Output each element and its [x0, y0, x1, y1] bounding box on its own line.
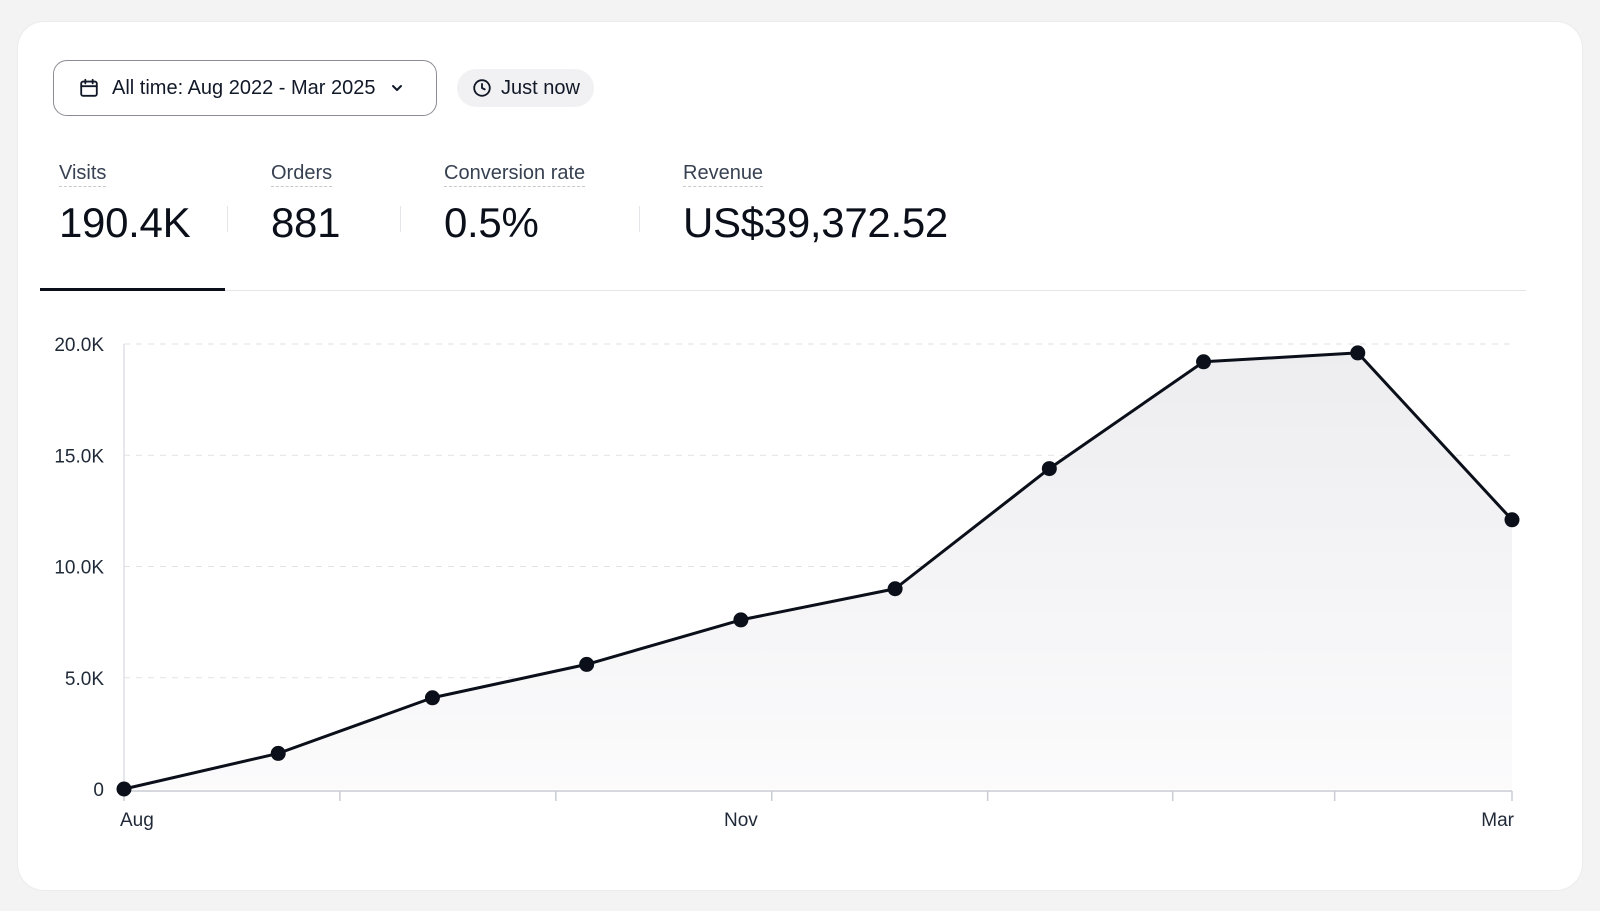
- y-tick-label: 10.0K: [54, 558, 104, 579]
- data-point: [579, 656, 595, 672]
- y-tick-label: 20.0K: [54, 335, 104, 356]
- data-point: [424, 690, 440, 706]
- x-tick-label: Mar: [1481, 810, 1514, 831]
- data-point: [1350, 345, 1366, 361]
- x-tick-label: Aug: [120, 810, 154, 831]
- y-tick-label: 5.0K: [65, 669, 104, 690]
- data-point: [887, 581, 903, 597]
- data-point: [116, 781, 132, 797]
- data-point: [1196, 354, 1212, 370]
- x-tick-label: Nov: [724, 810, 758, 831]
- visits-chart: 0 5.0K 10.0K 15.0K 20.0K Aug Nov Mar: [54, 335, 1520, 831]
- analytics-card: All time: Aug 2022 - Mar 2025 Just now V…: [18, 22, 1582, 890]
- data-point: [270, 745, 286, 761]
- x-axis-labels: Aug Nov Mar: [120, 810, 1515, 831]
- area-layer: [124, 352, 1512, 789]
- series-area: [124, 352, 1512, 789]
- y-tick-label: 15.0K: [54, 446, 104, 467]
- y-tick-label: 0: [93, 780, 104, 801]
- data-point: [1504, 512, 1520, 528]
- y-axis-labels: 0 5.0K 10.0K 15.0K 20.0K: [54, 335, 104, 801]
- data-point: [733, 612, 749, 628]
- data-point: [1041, 461, 1057, 477]
